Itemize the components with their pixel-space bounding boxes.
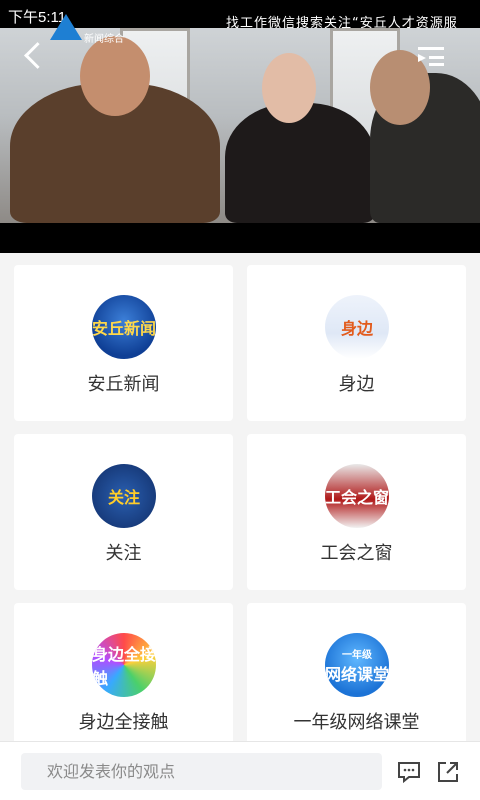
program-thumbnail: 身边全接触 — [92, 633, 156, 697]
program-label: 关注 — [105, 543, 142, 564]
thumb-text: 网络课堂 — [325, 664, 389, 684]
thumb-subtext: 一年级 — [342, 649, 372, 661]
back-button[interactable] — [16, 40, 48, 72]
program-thumbnail: 关注 — [92, 464, 156, 528]
share-button[interactable] — [436, 760, 460, 784]
comment-icon — [398, 762, 420, 784]
channel-ticker: 找工作微信搜索关注“安丘人才资源服 — [226, 16, 458, 31]
channel-logo-text: 新闻综合 — [84, 34, 124, 45]
program-card-guanzhu[interactable]: 关注 关注 — [14, 434, 233, 590]
program-label: 一年级网络课堂 — [293, 712, 420, 733]
playlist-button[interactable] — [418, 46, 446, 68]
program-label: 身边 — [338, 374, 375, 395]
channel-logo-icon — [50, 14, 82, 40]
program-card-shenbian[interactable]: 身边 身边 — [247, 265, 466, 421]
comment-input[interactable] — [21, 753, 382, 790]
comment-button[interactable] — [397, 760, 421, 784]
program-thumbnail: 一年级 网络课堂 — [325, 633, 389, 697]
comment-bar — [0, 741, 480, 800]
playlist-icon — [418, 47, 444, 66]
program-label: 身边全接触 — [78, 712, 169, 733]
video-frame — [0, 28, 480, 223]
program-card-first-grade-class[interactable]: 一年级 网络课堂 一年级网络课堂 — [247, 603, 466, 759]
program-card-union-window[interactable]: 工会之窗 工会之窗 — [247, 434, 466, 590]
program-card-shenbian-full[interactable]: 身边全接触 身边全接触 — [14, 603, 233, 759]
channel-logo: 新闻综合 — [50, 14, 140, 45]
program-thumbnail: 身边 — [325, 295, 389, 359]
program-label: 工会之窗 — [320, 543, 393, 564]
video-player[interactable]: 下午5:11 找工作微信搜索关注“安丘人才资源服 新闻综合 — [0, 0, 480, 253]
person-figure — [225, 103, 375, 223]
program-thumbnail: 工会之窗 — [325, 464, 389, 528]
program-card-anqiu-news[interactable]: 安丘新闻 安丘新闻 — [14, 265, 233, 421]
person-head — [262, 53, 316, 123]
person-head — [80, 36, 150, 116]
program-label: 安丘新闻 — [87, 374, 160, 395]
share-icon — [438, 762, 458, 782]
program-thumbnail: 安丘新闻 — [92, 295, 156, 359]
